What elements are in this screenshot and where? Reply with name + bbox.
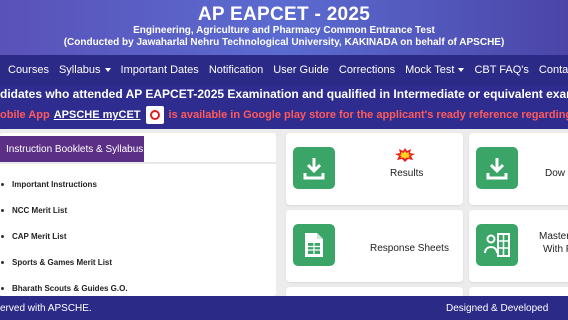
nav-important-dates[interactable]: Important Dates <box>116 64 204 76</box>
ticker-suffix: is available in Google play store for th… <box>168 109 568 121</box>
apsche-mycet-link[interactable]: APSCHE myCET <box>54 109 141 121</box>
tab-instruction-booklets[interactable]: Instruction Booklets & Syllabus <box>0 136 144 162</box>
list-item[interactable]: Sports & Games Merit List <box>0 249 276 275</box>
instruction-panel: Instruction Booklets & Syllabus Importan… <box>0 133 276 296</box>
ticker-prefix: obile App <box>0 109 50 121</box>
nav-mock-test[interactable]: Mock Test <box>400 64 469 76</box>
response-sheets-card[interactable]: Response Sheets <box>286 210 463 282</box>
results-card[interactable]: Results <box>286 133 463 205</box>
master-label-line-2: With F <box>543 244 568 255</box>
site-footer: erved with APSCHE. Designed & Developed <box>0 296 568 320</box>
list-item[interactable]: Important Instructions <box>0 171 276 197</box>
nav-syllabus[interactable]: Syllabus <box>54 64 116 76</box>
download-card[interactable]: Dow <box>469 133 568 205</box>
instruction-list: Important Instructions NCC Merit List CA… <box>0 171 276 296</box>
apsche-logo-icon <box>145 106 164 124</box>
caret-down-icon <box>458 68 465 72</box>
nav-corrections[interactable]: Corrections <box>334 64 400 76</box>
site-header: AP EAPCET - 2025 Engineering, Agricultur… <box>0 0 568 55</box>
caret-down-icon <box>104 68 111 72</box>
list-item[interactable]: NCC Merit List <box>0 197 276 223</box>
results-label: Results <box>390 168 424 179</box>
nav-cbt-faqs[interactable]: CBT FAQ's <box>469 64 533 76</box>
nav-notification[interactable]: Notification <box>204 64 268 76</box>
user-list-icon <box>476 224 518 266</box>
footer-copyright: erved with APSCHE. <box>0 303 92 314</box>
master-label-line-1: Master <box>539 231 568 242</box>
spreadsheet-icon <box>293 224 335 266</box>
nav-courses[interactable]: Courses <box>0 64 54 76</box>
announcement-ticker: didates who attended AP EAPCET-2025 Exam… <box>0 85 568 129</box>
tab-divider <box>0 162 276 164</box>
download-icon <box>476 147 518 189</box>
response-sheets-label: Response Sheets <box>370 243 449 254</box>
download-label: Dow <box>545 168 566 179</box>
ticker-line-2: obile App APSCHE myCET is available in G… <box>0 106 568 124</box>
master-card[interactable]: Master With F <box>469 210 568 282</box>
main-nav: Courses Syllabus Important Dates Notific… <box>0 55 568 85</box>
list-item[interactable]: CAP Merit List <box>0 223 276 249</box>
download-icon <box>293 147 335 189</box>
nav-user-guide[interactable]: User Guide <box>268 64 334 76</box>
page-title: AP EAPCET - 2025 <box>197 4 371 25</box>
new-badge-icon <box>394 148 416 167</box>
list-item[interactable]: Bharath Scouts & Guides G.O. <box>0 275 276 296</box>
nav-contact-us[interactable]: Contact Us <box>534 64 568 76</box>
page-subtitle: Engineering, Agriculture and Pharmacy Co… <box>133 25 435 36</box>
ticker-line-1: didates who attended AP EAPCET-2025 Exam… <box>0 87 568 101</box>
footer-credits: Designed & Developed <box>446 303 549 314</box>
conducted-by-text: (Conducted by Jawaharlal Nehru Technolog… <box>63 37 505 48</box>
